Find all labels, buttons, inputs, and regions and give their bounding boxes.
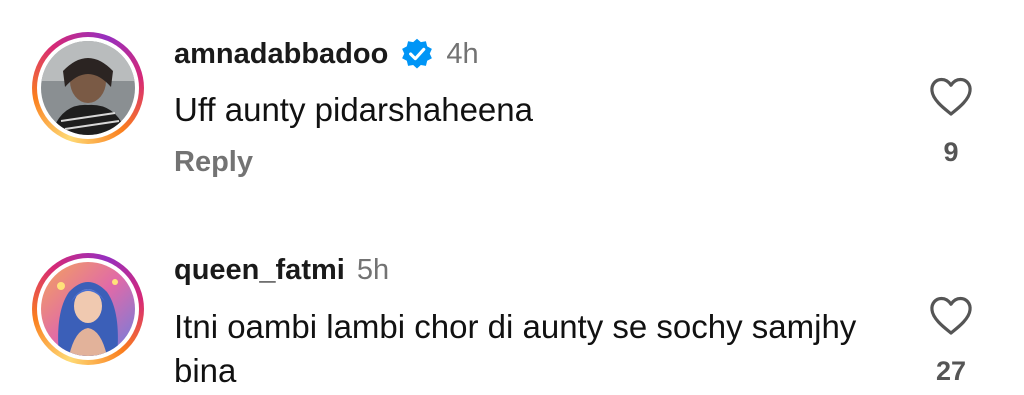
- avatar: [41, 41, 135, 135]
- story-ring[interactable]: [32, 253, 144, 365]
- timestamp: 5h: [356, 254, 390, 286]
- like-count: 27: [935, 356, 967, 386]
- username[interactable]: queen_fatmi: [174, 254, 345, 287]
- comment-text: Uff aunty pidarshaheena: [174, 91, 533, 128]
- like-count: 9: [943, 137, 959, 167]
- comment-text: Itni oambi lambi chor di aunty se sochy …: [174, 308, 857, 389]
- username[interactable]: amnadabbadoo: [174, 38, 388, 71]
- story-ring[interactable]: [32, 32, 144, 144]
- heart-icon[interactable]: [929, 296, 973, 336]
- heart-icon[interactable]: [929, 77, 973, 117]
- avatar: [41, 262, 135, 356]
- verified-badge-icon: [402, 38, 433, 69]
- reply-button[interactable]: Reply: [174, 146, 253, 179]
- timestamp: 4h: [446, 37, 479, 70]
